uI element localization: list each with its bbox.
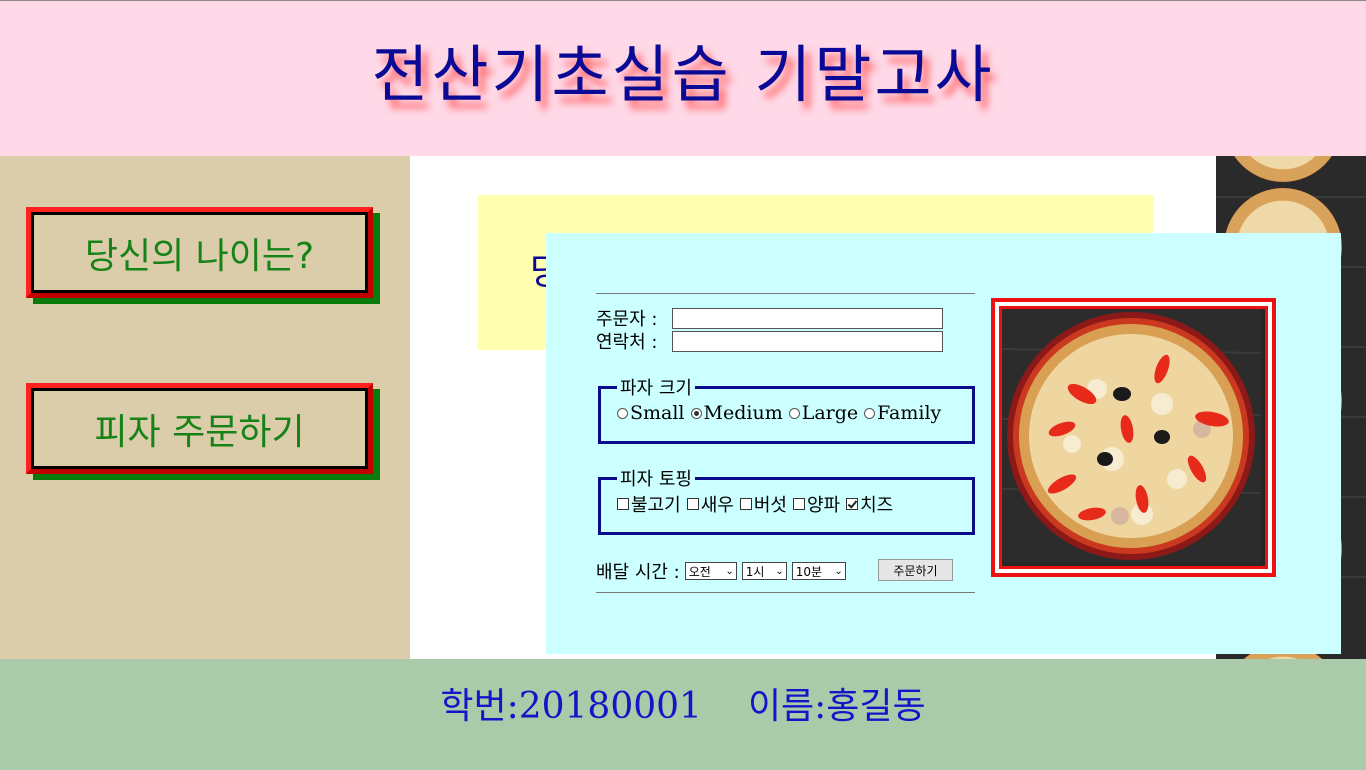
size-family-option[interactable]: Family xyxy=(864,402,941,424)
hour-value: 1시 xyxy=(745,564,765,579)
topping-onion-label: 양파 xyxy=(806,495,841,516)
size-large-label: Large xyxy=(801,402,859,424)
footer-text: 학번:20180001 이름:홍길동 xyxy=(440,677,925,770)
minute-select[interactable]: 10분 ⌄ xyxy=(791,562,846,580)
page-header: 전산기초실습 기말고사 xyxy=(0,1,1366,156)
radio-button[interactable] xyxy=(617,407,628,419)
pizza-order-panel: 주문자 : 연락처 : 파자 크기 Small Medium Large Fam… xyxy=(546,233,1341,654)
radio-button[interactable] xyxy=(788,407,800,419)
size-options: Small Medium Large Family xyxy=(617,400,972,426)
page-footer: 학번:20180001 이름:홍길동 xyxy=(0,659,1366,770)
delivery-label: 배달 시간 : xyxy=(596,562,680,583)
minute-value: 10분 xyxy=(795,564,823,579)
topping-shrimp-option[interactable]: 새우 xyxy=(686,491,734,517)
size-medium-option[interactable]: Medium xyxy=(690,402,783,424)
topping-options: 불고기 새우 버섯 양파 치즈 xyxy=(617,491,972,517)
orderer-input[interactable] xyxy=(672,308,943,329)
divider xyxy=(596,293,975,294)
size-legend: 파자 크기 xyxy=(620,378,692,399)
size-small-label: Small xyxy=(630,402,685,424)
pizza-image xyxy=(999,306,1268,569)
chevron-down-icon: ⌄ xyxy=(834,565,843,577)
page-title: 전산기초실습 기말고사 xyxy=(371,37,995,111)
topping-bulgogi-option[interactable]: 불고기 xyxy=(617,491,681,517)
size-small-option[interactable]: Small xyxy=(617,402,685,424)
chevron-down-icon: ⌄ xyxy=(775,565,784,577)
size-medium-label: Medium xyxy=(703,402,783,424)
size-large-option[interactable]: Large xyxy=(788,402,859,424)
contact-input[interactable] xyxy=(672,331,943,352)
size-family-label: Family xyxy=(877,402,942,424)
topping-legend: 피자 토핑 xyxy=(620,469,692,490)
pizza-image xyxy=(1224,156,1342,182)
pizza-order-label: 피자 주문하기 xyxy=(94,411,305,453)
topping-cheese-option[interactable]: 치즈 xyxy=(846,491,893,517)
topping-onion-option[interactable]: 양파 xyxy=(792,491,841,517)
submit-order-button[interactable]: 주문하기 xyxy=(878,559,953,581)
pizza-order-button[interactable]: 피자 주문하기 xyxy=(26,383,373,474)
topping-mushroom-label: 버섯 xyxy=(753,495,787,516)
checkbox[interactable] xyxy=(792,498,805,510)
radio-button[interactable] xyxy=(864,407,876,419)
contact-label: 연락처 : xyxy=(596,332,658,353)
checkbox[interactable] xyxy=(617,498,629,510)
topping-fieldset: 피자 토핑 불고기 새우 버섯 양파 치즈 xyxy=(598,465,975,535)
sidebar: 당신의 나이는? 피자 주문하기 xyxy=(0,156,410,659)
checkbox[interactable] xyxy=(739,498,752,510)
topping-shrimp-label: 새우 xyxy=(700,495,734,516)
student-name: 이름:홍길동 xyxy=(747,686,926,727)
student-id: 학번:20180001 xyxy=(440,686,702,727)
delivery-row: 배달 시간 : 오전 ⌄ 1시 ⌄ 10분 ⌄ xyxy=(596,558,851,584)
size-fieldset: 파자 크기 Small Medium Large Family xyxy=(598,374,975,444)
pizza-illustration xyxy=(1002,309,1262,562)
topping-bulgogi-label: 불고기 xyxy=(631,495,681,516)
checkbox[interactable] xyxy=(846,498,859,510)
hour-select[interactable]: 1시 ⌄ xyxy=(741,562,787,580)
radio-button[interactable] xyxy=(690,407,702,419)
age-question-button[interactable]: 당신의 나이는? xyxy=(26,207,373,298)
checkbox[interactable] xyxy=(686,498,699,510)
divider xyxy=(596,592,975,593)
ampm-value: 오전 xyxy=(688,564,711,579)
topping-cheese-label: 치즈 xyxy=(860,495,894,516)
pizza-image-frame xyxy=(991,298,1276,577)
age-question-label: 당신의 나이는? xyxy=(84,235,315,277)
ampm-select[interactable]: 오전 ⌄ xyxy=(684,562,737,580)
chevron-down-icon: ⌄ xyxy=(725,565,734,577)
topping-mushroom-option[interactable]: 버섯 xyxy=(739,491,787,517)
